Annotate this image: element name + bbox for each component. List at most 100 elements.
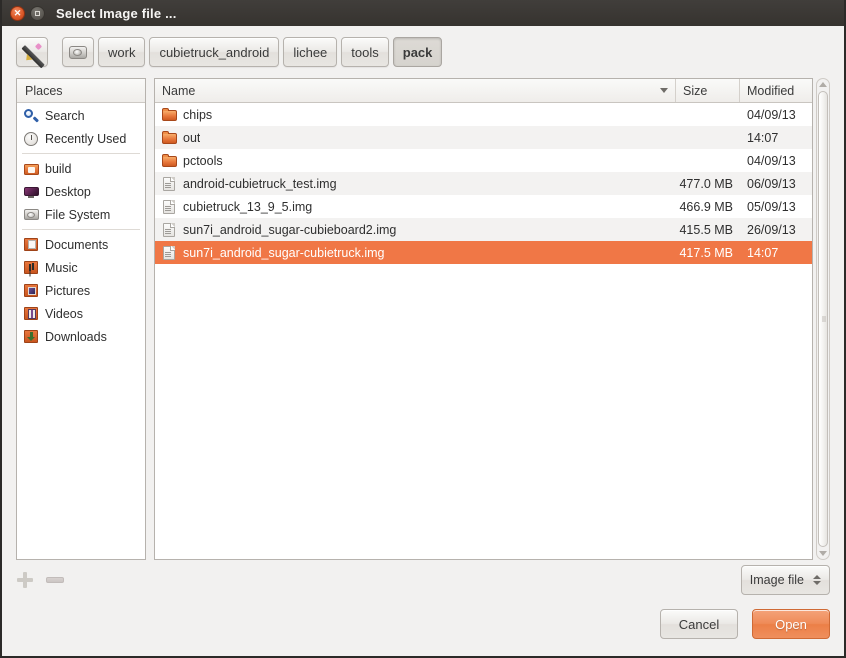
file-list-rows: chips 04/09/13 out 14:07 pctools 04/09/1… [155, 103, 812, 559]
maximize-glyph [35, 10, 40, 16]
places-list: Search Recently Used build Desktop File … [17, 103, 145, 559]
column-header-size[interactable]: Size [676, 79, 740, 102]
type-location-button[interactable] [16, 37, 48, 69]
file-name: sun7i_android_sugar-cubietruck.img [183, 245, 385, 260]
folder-icon [161, 107, 177, 123]
grip-icon [821, 316, 826, 322]
path-button-pack[interactable]: pack [392, 37, 443, 67]
file-size: 477.0 MB [679, 176, 733, 191]
folder-icon [161, 130, 177, 146]
bookmark-and-filter-bar: Image file [2, 560, 844, 600]
sidebar-item-file-system[interactable]: File System [17, 203, 145, 226]
column-header-modified[interactable]: Modified [740, 79, 812, 102]
table-row[interactable]: chips 04/09/13 [155, 103, 812, 126]
documents-folder-icon [23, 237, 39, 253]
column-header-label: Modified [747, 83, 795, 98]
maximize-icon[interactable] [30, 5, 45, 21]
sidebar-item-label: Recently Used [45, 131, 127, 146]
cancel-button[interactable]: Cancel [660, 609, 738, 639]
window-title: Select Image file ... [56, 5, 177, 21]
file-modified: 26/09/13 [747, 222, 796, 237]
title-bar: ✕ Select Image file ... [2, 0, 844, 26]
column-header-label: Name [162, 83, 196, 98]
sidebar-item-pictures[interactable]: Pictures [17, 279, 145, 302]
column-header-name[interactable]: Name [155, 79, 676, 102]
sidebar-divider [22, 229, 140, 230]
downloads-folder-icon [23, 329, 39, 345]
table-row[interactable]: out 14:07 [155, 126, 812, 149]
sidebar-item-label: Pictures [45, 283, 91, 298]
search-icon [23, 108, 39, 124]
file-name-cell: android-cubietruck_test.img [155, 176, 676, 192]
file-modified: 04/09/13 [747, 107, 796, 122]
vertical-scrollbar[interactable] [816, 78, 830, 560]
file-modified: 04/09/13 [747, 153, 796, 168]
close-glyph: ✕ [13, 7, 22, 18]
column-header-label: Size [683, 83, 708, 98]
file-type-filter-value: Image file [749, 573, 804, 587]
file-type-filter-select[interactable]: Image file [740, 565, 830, 595]
path-toolbar: work cubietruck_android lichee tools pac… [2, 26, 844, 78]
file-name: pctools [183, 153, 223, 168]
scrollbar-thumb[interactable] [818, 91, 828, 547]
pencil-icon [21, 42, 45, 69]
file-icon [161, 176, 177, 192]
table-row[interactable]: cubietruck_13_9_5.img 466.9 MB 05/09/13 [155, 195, 812, 218]
sidebar-item-documents[interactable]: Documents [17, 233, 145, 256]
path-button-work[interactable]: work [98, 37, 146, 67]
file-name: sun7i_android_sugar-cubieboard2.img [183, 222, 397, 237]
folder-icon [161, 153, 177, 169]
file-modified: 14:07 [747, 130, 779, 145]
file-icon [161, 222, 177, 238]
dialog-action-bar: Cancel Open [2, 600, 844, 656]
videos-folder-icon [23, 306, 39, 322]
file-modified: 14:07 [747, 245, 779, 260]
sidebar-item-label: File System [45, 207, 111, 222]
path-button-lichee[interactable]: lichee [283, 37, 338, 67]
sidebar-item-search[interactable]: Search [17, 104, 145, 127]
sidebar-item-desktop[interactable]: Desktop [17, 180, 145, 203]
file-name-cell: sun7i_android_sugar-cubietruck.img [155, 245, 676, 261]
table-row-selected[interactable]: sun7i_android_sugar-cubietruck.img 417.5… [155, 241, 812, 264]
file-list-header: Name Size Modified [155, 79, 812, 103]
open-button[interactable]: Open [752, 609, 830, 639]
sidebar-item-label: Videos [45, 306, 83, 321]
file-name-cell: pctools [155, 153, 676, 169]
sidebar-item-build[interactable]: build [17, 157, 145, 180]
path-button-cubietruck_android[interactable]: cubietruck_android [149, 37, 280, 67]
close-icon[interactable]: ✕ [10, 5, 25, 21]
sidebar-item-label: build [45, 161, 72, 176]
sidebar-item-recently-used[interactable]: Recently Used [17, 127, 145, 150]
sidebar-item-label: Documents [45, 237, 109, 252]
sidebar-item-videos[interactable]: Videos [17, 302, 145, 325]
file-size: 415.5 MB [679, 222, 733, 237]
scroll-up-icon[interactable] [819, 82, 827, 87]
file-name-cell: out [155, 130, 676, 146]
file-icon [161, 199, 177, 215]
plus-icon[interactable] [16, 571, 34, 589]
minus-icon[interactable] [46, 571, 64, 589]
spinner-arrows-icon [813, 575, 821, 585]
dialog-body: Places Search Recently Used build Deskto… [2, 78, 844, 560]
file-chooser-dialog: ✕ Select Image file ... work cubietruck_… [0, 0, 846, 658]
sidebar-item-music[interactable]: Music [17, 256, 145, 279]
table-row[interactable]: sun7i_android_sugar-cubieboard2.img 415.… [155, 218, 812, 241]
table-row[interactable]: android-cubietruck_test.img 477.0 MB 06/… [155, 172, 812, 195]
sidebar-item-downloads[interactable]: Downloads [17, 325, 145, 348]
file-list: Name Size Modified chips 04/09/13 out 14… [154, 78, 813, 560]
sidebar-item-label: Search [45, 108, 85, 123]
path-button-filesystem[interactable] [62, 37, 94, 67]
path-button-tools[interactable]: tools [341, 37, 389, 67]
sidebar-item-label: Downloads [45, 329, 107, 344]
desktop-icon [23, 184, 39, 200]
file-name: chips [183, 107, 213, 122]
scroll-down-icon[interactable] [819, 551, 827, 556]
file-modified: 05/09/13 [747, 199, 796, 214]
table-row[interactable]: pctools 04/09/13 [155, 149, 812, 172]
file-name-cell: cubietruck_13_9_5.img [155, 199, 676, 215]
file-name-cell: chips [155, 107, 676, 123]
pictures-folder-icon [23, 283, 39, 299]
file-size: 417.5 MB [679, 245, 733, 260]
sort-descending-icon [660, 88, 668, 93]
clock-icon [23, 131, 39, 147]
